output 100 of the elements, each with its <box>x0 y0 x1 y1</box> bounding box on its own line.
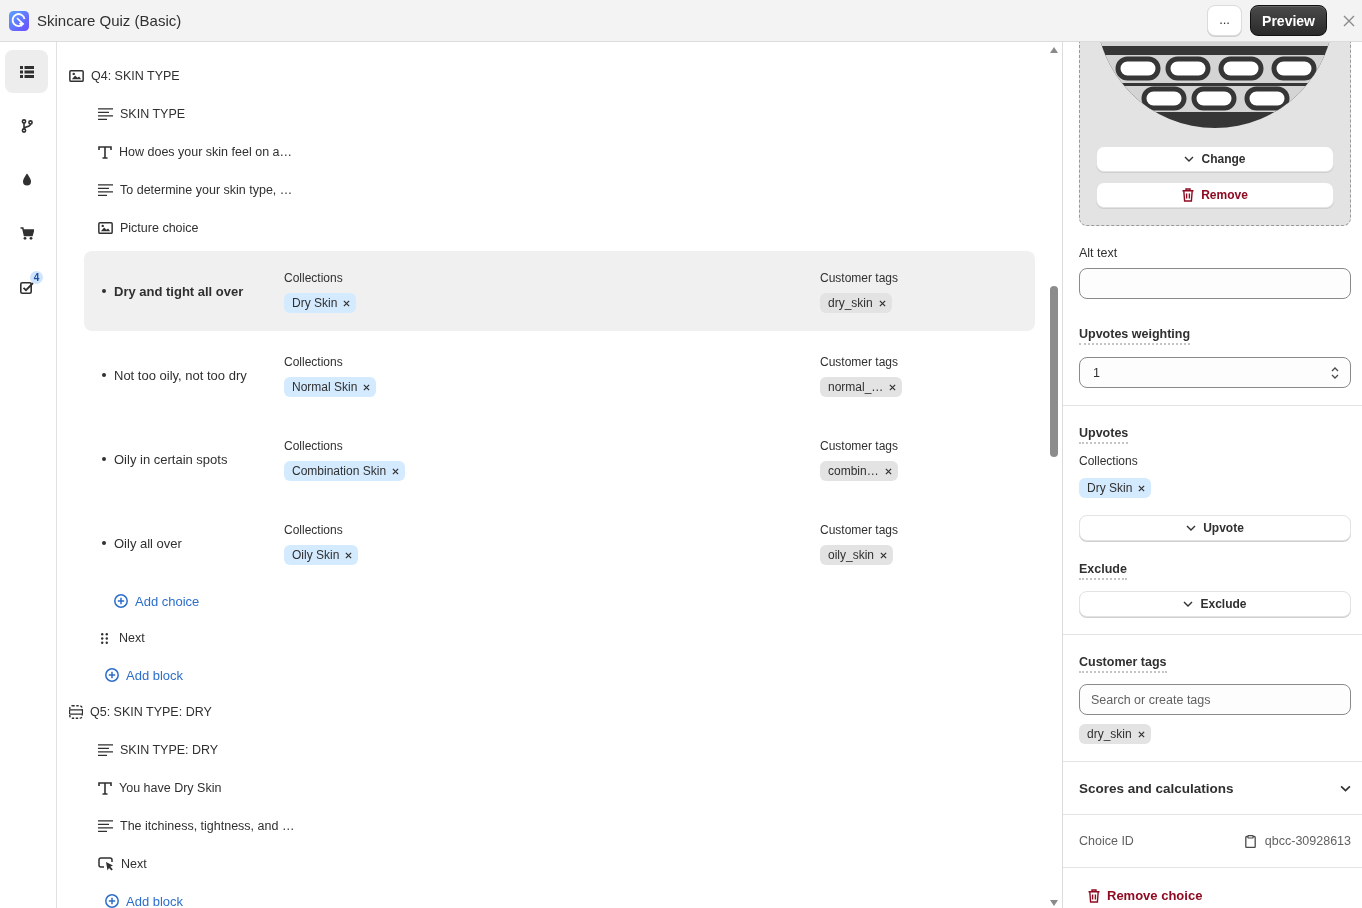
remove-icon[interactable] <box>392 467 400 475</box>
chevron-down-icon <box>1186 525 1197 531</box>
scroll-down-icon[interactable] <box>1050 900 1058 906</box>
choice-label: Oily in certain spots <box>114 451 228 467</box>
tag-label: Dry Skin <box>1087 481 1133 495</box>
field-label: Collections <box>284 522 343 539</box>
field-label: Customer tags <box>820 438 899 455</box>
section-label: Customer tags <box>1079 654 1167 673</box>
chevron-down-icon[interactable] <box>1340 784 1351 792</box>
tag-label: normal_… <box>828 380 884 394</box>
block-label[interactable]: The itchiness, tightness, and … <box>120 819 295 833</box>
question-title[interactable]: Q4: SKIN TYPE <box>91 69 180 83</box>
remove-icon[interactable] <box>345 551 353 559</box>
add-block-link[interactable]: Add block <box>126 893 184 908</box>
field-label: Customer tags <box>820 354 899 371</box>
plus-circle-icon <box>105 894 119 908</box>
add-block-link[interactable]: Add block <box>126 667 184 683</box>
bullet-icon <box>102 457 106 461</box>
paragraph-icon <box>98 820 113 832</box>
choice-id-value: qbcc-30928613 <box>1264 834 1351 848</box>
tag-label: Combination Skin <box>292 464 387 478</box>
choice-row[interactable]: Oily in certain spots Collections Combination Skin Customer tags combin… <box>84 419 1035 499</box>
field-label: Upvotes weighting <box>1079 326 1191 345</box>
block-label[interactable]: SKIN TYPE <box>120 107 186 121</box>
section-icon <box>69 705 83 719</box>
chevron-down-icon <box>1184 156 1195 162</box>
choice-row[interactable]: Dry and tight all over Collections Dry Skin Customer tags dry_skin <box>84 251 1035 331</box>
change-image-button[interactable]: Change <box>1096 146 1334 172</box>
drag-handle-icon[interactable] <box>101 632 108 644</box>
field-label: Alt text <box>1079 245 1118 261</box>
section-label: Upvotes <box>1079 425 1129 444</box>
alt-text-field[interactable] <box>1079 268 1351 299</box>
choice-row[interactable]: Oily all over Collections Oily Skin Customer tags oily_skin <box>84 503 1035 583</box>
upvote-button[interactable]: Upvote <box>1079 515 1351 541</box>
drop-icon <box>21 173 32 186</box>
sidebar-tab[interactable] <box>5 50 48 93</box>
section-label: Exclude <box>1079 561 1127 580</box>
section-title[interactable]: Scores and calculations <box>1079 780 1234 796</box>
block-label[interactable]: To determine your skin type, … <box>120 183 293 197</box>
remove-image-button[interactable]: Remove <box>1096 182 1334 208</box>
remove-choice-button[interactable]: Remove choice <box>1079 888 1203 903</box>
exclude-button[interactable]: Exclude <box>1079 591 1351 617</box>
remove-icon[interactable] <box>880 551 888 559</box>
add-choice-link[interactable]: Add choice <box>135 593 200 609</box>
field-label: Collections <box>284 270 343 287</box>
paragraph-icon <box>98 108 113 120</box>
image-icon <box>98 222 113 234</box>
close-icon[interactable] <box>1343 14 1355 27</box>
field-label: Collections <box>284 354 343 371</box>
text-icon <box>98 781 112 795</box>
trash-icon <box>1182 188 1195 202</box>
choice-label: Dry and tight all over <box>114 283 244 299</box>
block-label[interactable]: How does your skin feel on a… <box>119 145 292 159</box>
block-label[interactable]: Next <box>119 631 145 645</box>
plus-circle-icon <box>114 594 128 608</box>
block-label[interactable]: Next <box>121 857 147 871</box>
trash-icon <box>1088 888 1100 903</box>
bullet-icon <box>102 373 106 377</box>
tag-label: Dry Skin <box>292 296 338 310</box>
sidebar-tab[interactable]: 4 <box>5 266 48 309</box>
stepper-icon[interactable] <box>1331 367 1339 379</box>
field-label: Choice ID <box>1079 834 1134 848</box>
tag-label: dry_skin <box>828 296 873 310</box>
cart-icon <box>19 227 34 240</box>
block-label[interactable]: You have Dry Skin <box>119 781 222 795</box>
scroll-up-icon[interactable] <box>1050 47 1058 53</box>
more-button[interactable]: ... <box>1207 5 1243 36</box>
text-icon <box>98 145 112 159</box>
remove-icon[interactable] <box>343 299 351 307</box>
clipboard-icon[interactable] <box>1244 834 1256 848</box>
tag-label: Normal Skin <box>292 380 358 394</box>
field-label: Collections <box>1079 453 1138 469</box>
remove-icon[interactable] <box>878 299 886 307</box>
remove-icon[interactable] <box>1137 730 1145 738</box>
preview-button[interactable]: Preview <box>1250 5 1327 36</box>
image-icon <box>69 70 84 82</box>
scrollbar-thumb[interactable] <box>1050 286 1058 457</box>
remove-icon[interactable] <box>884 467 892 475</box>
choice-label: Not too oily, not too dry <box>114 367 247 383</box>
cursor-click-icon <box>98 857 114 871</box>
window-title: Skincare Quiz (Basic) <box>37 12 182 29</box>
remove-icon[interactable] <box>889 383 897 391</box>
branch-icon <box>20 118 33 133</box>
bullet-icon <box>102 289 106 293</box>
number-field[interactable]: 1 <box>1079 357 1351 388</box>
tag-label: oily_skin <box>828 548 875 562</box>
tag-label: dry_skin <box>1087 727 1132 741</box>
paragraph-icon <box>98 184 113 196</box>
app-logo-icon <box>9 10 29 31</box>
choice-row[interactable]: Not too oily, not too dry Collections Normal Skin Customer tags normal_… <box>84 335 1035 415</box>
tags-search-field[interactable]: Search or create tags <box>1079 684 1351 715</box>
remove-icon[interactable] <box>363 383 371 391</box>
choice-label: Oily all over <box>114 535 182 551</box>
field-label: Customer tags <box>820 270 899 287</box>
count-badge: 4 <box>30 271 43 284</box>
question-title[interactable]: Q5: SKIN TYPE: DRY <box>90 705 212 719</box>
block-label[interactable]: SKIN TYPE: DRY <box>120 743 219 757</box>
paragraph-icon <box>98 744 113 756</box>
remove-icon[interactable] <box>1138 484 1146 492</box>
block-label[interactable]: Picture choice <box>120 221 199 235</box>
